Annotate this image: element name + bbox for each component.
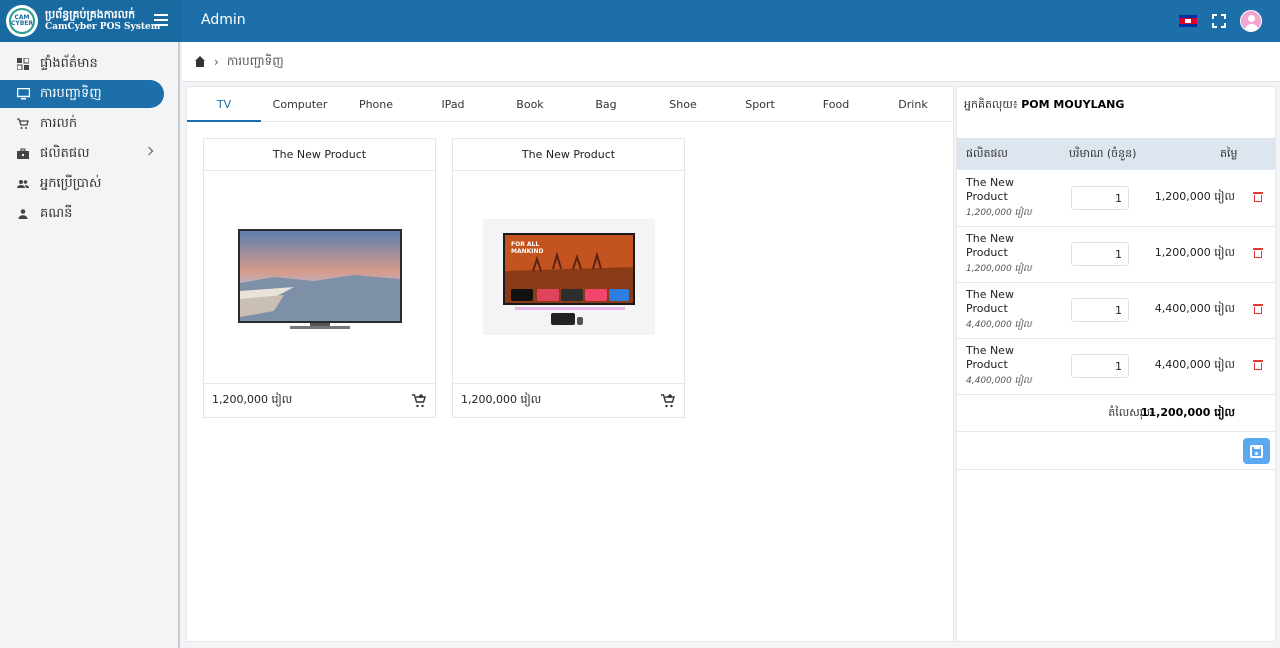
sidebar-item-label: ផលិតផល [40,145,90,161]
product-card[interactable]: The New Product 1,200,000 រៀល [203,138,436,418]
quantity-input[interactable] [1071,186,1129,210]
add-to-cart-icon[interactable] [660,393,676,409]
top-bar: CAM CYBER ប្រព័ន្ធគ្រប់គ្រងការលក់ CamCyb… [0,0,1280,42]
product-price: 1,200,000 រៀល [212,393,293,406]
brand-text: ប្រព័ន្ធគ្រប់គ្រងការលក់ CamCyber POS Sys… [45,9,160,33]
cart-item-price: 1,200,000 រៀល [1154,190,1235,203]
product-panel: TV Computer Phone IPad Book Bag Shoe Spo… [186,86,954,642]
cashier-info: អ្នកគិតលុយ៖ POM MOUYLANG [957,87,1275,122]
cart-item-price: 1,200,000 រៀល [1154,246,1235,259]
cart-row: The New Product 4,400,000 រៀល 4,400,000 … [957,282,1275,339]
sidebar-item-account[interactable]: គណនី [0,200,164,228]
sidebar-item-label: ការលក់ [40,115,78,131]
header-quantity: បរិមាណ (ចំនួន) [1069,147,1137,160]
product-image [204,171,435,384]
tab-drink[interactable]: Drink [876,87,950,122]
brand-title-en: CamCyber POS System [45,22,161,32]
save-icon [1250,444,1263,458]
menu-toggle-icon[interactable] [154,14,168,26]
brand[interactable]: CAM CYBER ប្រព័ន្ធគ្រប់គ្រងការលក់ CamCyb… [0,0,182,42]
logo-text: CAM CYBER [9,8,35,34]
cart-icon [17,118,29,130]
save-row [957,432,1275,470]
delete-icon[interactable] [1253,360,1263,370]
cart-table-header: ផលិតផល បរិមាណ (ចំនួន) តម្លៃ [957,138,1275,170]
delete-icon[interactable] [1253,192,1263,202]
home-icon[interactable] [194,56,206,67]
chevron-right-icon [144,146,154,156]
product-image: FOR ALL MANKIND [453,171,684,384]
brand-title-kh: ប្រព័ន្ធគ្រប់គ្រងការលក់ [45,8,136,21]
delete-icon[interactable] [1253,304,1263,314]
cart-item-name: The New Product [966,232,1014,259]
cart-row: The New Product 1,200,000 រៀល 1,200,000 … [957,226,1275,283]
tab-computer[interactable]: Computer [263,87,337,122]
header-price: តម្លៃ [1220,147,1238,160]
cart-item-unit-price: 4,400,000 រៀល [966,320,1032,330]
sidebar-item-products[interactable]: ផលិតផល [0,140,164,168]
cart-row: The New Product 4,400,000 រៀល 4,400,000 … [957,338,1275,395]
product-footer: 1,200,000 រៀល [204,384,435,418]
sidebar-item-label: ការបញ្ជាទិញ [40,85,102,101]
tab-bag[interactable]: Bag [569,87,643,122]
total-value: 11,200,000 រៀល [1140,406,1235,419]
cart-item-unit-price: 4,400,000 រៀល [966,376,1032,386]
cambodia-flag-icon[interactable] [1179,15,1197,27]
save-button[interactable] [1243,438,1270,464]
fullscreen-icon[interactable] [1212,14,1226,28]
cashier-label: អ្នកគិតលុយ៖ [964,98,1018,111]
add-to-cart-icon[interactable] [411,393,427,409]
tab-shoe[interactable]: Shoe [646,87,720,122]
monitor-icon [16,87,31,100]
product-footer: 1,200,000 រៀល [453,384,684,418]
breadcrumb-current: ការបញ្ជាទិញ [226,53,284,68]
cart-row: The New Product 1,200,000 រៀល 1,200,000 … [957,170,1275,227]
product-card[interactable]: The New Product FOR ALL MANKIND 1,200,00… [452,138,685,418]
cart-item-price: 4,400,000 រៀល [1154,302,1235,315]
sidebar-item-dashboard[interactable]: ផ្ទាំងព័ត៌មាន [0,50,164,78]
tab-sport[interactable]: Sport [723,87,797,122]
quantity-input[interactable] [1071,354,1129,378]
user-avatar[interactable] [1240,10,1262,32]
quantity-input[interactable] [1071,242,1129,266]
tab-phone[interactable]: Phone [339,87,413,122]
cart-item-unit-price: 1,200,000 រៀល [966,264,1032,274]
quantity-input[interactable] [1071,298,1129,322]
svg-text:FOR ALL: FOR ALL [511,241,539,248]
tab-ipad[interactable]: IPad [416,87,490,122]
breadcrumb: › ការបញ្ជាទិញ [182,42,1280,82]
product-title: The New Product [204,139,435,171]
users-icon [17,178,29,190]
cashier-name: POM MOUYLANG [1021,98,1125,111]
chevron-right-icon: › [214,54,219,69]
header-title: Admin [201,12,246,28]
cart-item-price: 4,400,000 រៀល [1154,358,1235,371]
sidebar-item-orders[interactable]: ការបញ្ជាទិញ [0,80,164,108]
sidebar-item-label: ផ្ទាំងព័ត៌មាន [40,55,98,71]
dashboard-icon [16,57,30,71]
sidebar-item-users[interactable]: អ្នកប្រើប្រាស់ [0,170,164,198]
delete-icon[interactable] [1253,248,1263,258]
cart-item-name: The New Product [966,288,1014,315]
order-cart-panel: អ្នកគិតលុយ៖ POM MOUYLANG ផលិតផល បរិមាណ (… [956,86,1276,642]
product-price: 1,200,000 រៀល [461,393,542,406]
category-tabs: TV Computer Phone IPad Book Bag Shoe Spo… [187,87,953,122]
sidebar-item-sales[interactable]: ការលក់ [0,110,164,138]
tab-book[interactable]: Book [493,87,567,122]
sidebar-item-label: គណនី [40,205,73,221]
sidebar-item-label: អ្នកប្រើប្រាស់ [40,175,102,191]
header-product: ផលិតផល [966,147,1008,160]
sidebar: ផ្ទាំងព័ត៌មាន ការបញ្ជាទិញ ការលក់ ផលិតផល … [0,42,180,648]
briefcase-icon [17,148,29,160]
tab-tv[interactable]: TV [187,87,261,122]
svg-text:MANKIND: MANKIND [511,248,544,255]
total-row: តំលៃសរុប៖ 11,200,000 រៀល [957,395,1275,432]
user-icon [17,208,29,220]
cart-item-name: The New Product [966,176,1014,203]
cart-item-unit-price: 1,200,000 រៀល [966,208,1032,218]
product-title: The New Product [453,139,684,171]
logo: CAM CYBER [6,5,38,37]
tab-food[interactable]: Food [799,87,873,122]
cart-item-name: The New Product [966,344,1014,371]
